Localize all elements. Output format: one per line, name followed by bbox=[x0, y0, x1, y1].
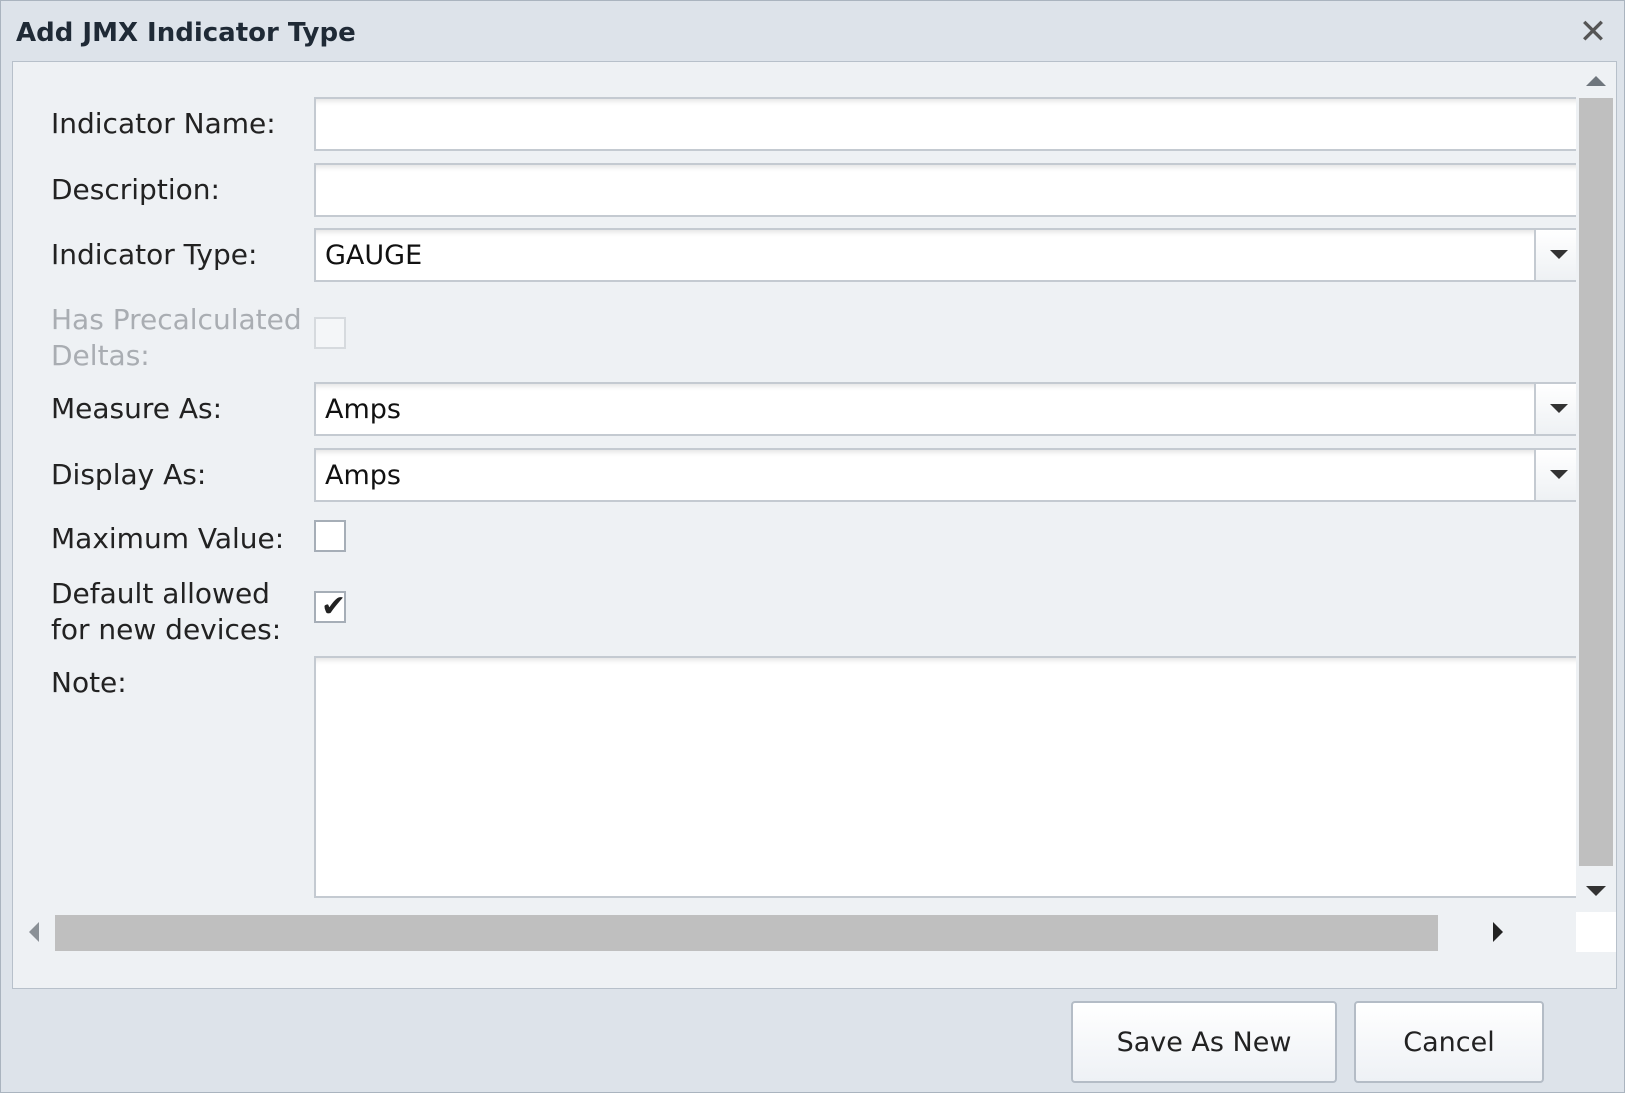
chevron-down-icon[interactable] bbox=[1534, 384, 1582, 434]
default-allowed-label-line1: Default allowed bbox=[51, 577, 270, 610]
scroll-left-icon[interactable] bbox=[29, 922, 39, 942]
maximum-value-checkbox[interactable] bbox=[314, 520, 346, 552]
indicator-type-value: GAUGE bbox=[325, 239, 423, 271]
cancel-button[interactable]: Cancel bbox=[1354, 1001, 1544, 1083]
vertical-scrollbar[interactable] bbox=[1576, 62, 1616, 912]
description-label: Description: bbox=[51, 173, 220, 206]
form-panel: Indicator Name: Description: Indicator T… bbox=[12, 61, 1617, 989]
indicator-name-field-wrapper bbox=[314, 97, 1584, 151]
scroll-down-icon[interactable] bbox=[1586, 886, 1606, 896]
indicator-name-label: Indicator Name: bbox=[51, 107, 276, 140]
note-textarea[interactable] bbox=[316, 658, 1582, 896]
display-as-value: Amps bbox=[325, 459, 401, 491]
indicator-type-label: Indicator Type: bbox=[51, 238, 258, 271]
default-allowed-label: Default allowed for new devices: bbox=[51, 576, 281, 648]
horizontal-scroll-thumb[interactable] bbox=[55, 915, 1438, 951]
chevron-down-icon[interactable] bbox=[1534, 230, 1582, 280]
has-precalculated-deltas-label-line2: Deltas: bbox=[51, 339, 150, 372]
checkmark-icon: ✔ bbox=[321, 589, 347, 624]
description-input[interactable] bbox=[316, 165, 1582, 215]
maximum-value-label: Maximum Value: bbox=[51, 522, 285, 555]
display-as-select[interactable]: Amps bbox=[314, 448, 1584, 502]
has-precalculated-deltas-label-line1: Has Precalculated bbox=[51, 303, 302, 336]
note-field-wrapper bbox=[314, 656, 1584, 898]
indicator-name-input[interactable] bbox=[316, 99, 1582, 149]
default-allowed-checkbox[interactable]: ✔ bbox=[314, 591, 346, 623]
dialog-title: Add JMX Indicator Type bbox=[16, 18, 356, 48]
default-allowed-label-line2: for new devices: bbox=[51, 613, 282, 646]
has-precalculated-deltas-checkbox bbox=[314, 317, 346, 349]
scroll-corner bbox=[1576, 912, 1616, 952]
save-as-new-button[interactable]: Save As New bbox=[1071, 1001, 1337, 1083]
vertical-scroll-thumb[interactable] bbox=[1579, 98, 1613, 866]
indicator-type-select[interactable]: GAUGE bbox=[314, 228, 1584, 282]
chevron-down-icon[interactable] bbox=[1534, 450, 1582, 500]
scroll-up-icon[interactable] bbox=[1586, 76, 1606, 86]
measure-as-value: Amps bbox=[325, 393, 401, 425]
note-label: Note: bbox=[51, 666, 127, 699]
horizontal-scrollbar[interactable] bbox=[13, 912, 1573, 952]
scroll-right-icon[interactable] bbox=[1493, 922, 1503, 942]
has-precalculated-deltas-label: Has Precalculated Deltas: bbox=[51, 302, 302, 374]
display-as-label: Display As: bbox=[51, 458, 207, 491]
measure-as-select[interactable]: Amps bbox=[314, 382, 1584, 436]
measure-as-label: Measure As: bbox=[51, 392, 223, 425]
dialog-title-bar[interactable]: Add JMX Indicator Type ✕ bbox=[1, 1, 1624, 63]
description-field-wrapper bbox=[314, 163, 1584, 217]
add-jmx-indicator-type-dialog: Add JMX Indicator Type ✕ Indicator Name:… bbox=[0, 0, 1625, 1093]
close-icon[interactable]: ✕ bbox=[1576, 15, 1610, 49]
